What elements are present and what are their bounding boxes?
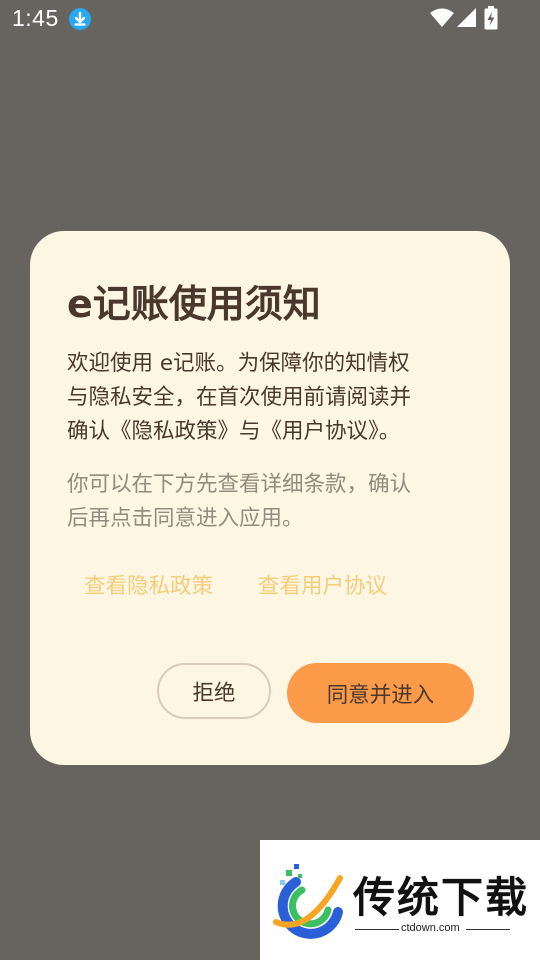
watermark-url: ctdown.com: [401, 922, 460, 934]
signal-icon: [457, 8, 476, 27]
status-time: 1:45: [12, 5, 59, 31]
watermark-logo-icon: [273, 864, 343, 939]
battery-charging-icon: [484, 6, 498, 30]
body-line: 确认《隐私政策》与《用户协议》。: [67, 419, 401, 444]
dialog-secondary-text: 你可以在下方先查看详细条款，确认 后再点击同意进入应用。: [67, 468, 477, 536]
dialog-body-text: 欢迎使用 e记账。为保障你的知情权 与隐私安全，在首次使用前请阅读并 确认《隐私…: [67, 347, 477, 449]
watermark-title: 传统下载: [353, 873, 530, 922]
dialog-title: e记账使用须知: [67, 282, 321, 326]
consent-dialog: e记账使用须知 欢迎使用 e记账。为保障你的知情权 与隐私安全，在首次使用前请阅…: [30, 231, 510, 765]
status-bar: 1:45: [0, 0, 540, 38]
wifi-icon: [430, 8, 454, 27]
watermark-divider: [466, 929, 510, 930]
secondary-line: 后再点击同意进入应用。: [67, 506, 304, 531]
watermark-divider: [355, 929, 399, 930]
agree-and-enter-button[interactable]: 同意并进入: [287, 663, 474, 723]
reject-button[interactable]: 拒绝: [157, 663, 271, 719]
body-line: 欢迎使用 e记账。为保障你的知情权: [67, 351, 410, 376]
download-icon: [69, 8, 91, 30]
body-line: 与隐私安全，在首次使用前请阅读并: [67, 385, 412, 410]
secondary-line: 你可以在下方先查看详细条款，确认: [67, 472, 412, 497]
view-user-agreement-link[interactable]: 查看用户协议: [258, 569, 387, 600]
view-privacy-policy-link[interactable]: 查看隐私政策: [84, 569, 213, 600]
watermark: 传统下载 ctdown.com: [260, 840, 540, 960]
